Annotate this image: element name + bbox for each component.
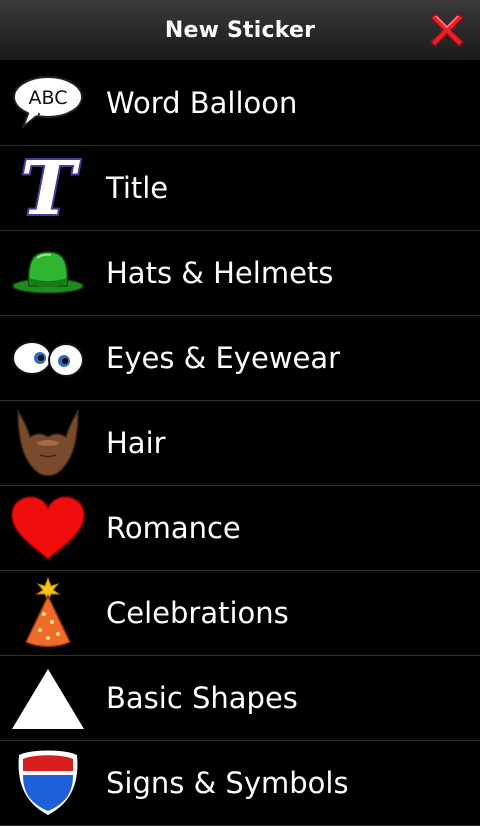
list-item-basic-shapes[interactable]: Basic Shapes xyxy=(0,656,480,741)
list-item-title[interactable]: T Title xyxy=(0,146,480,231)
list-item-label: Romance xyxy=(106,511,241,545)
party-hat-icon xyxy=(0,571,96,655)
list-item-label: Eyes & Eyewear xyxy=(106,341,341,375)
list-item-label: Signs & Symbols xyxy=(106,766,349,800)
hat-icon xyxy=(0,231,96,315)
title-icon-text: T xyxy=(20,152,80,224)
word-balloon-icon: ABC xyxy=(0,61,96,145)
list-item-hats[interactable]: Hats & Helmets xyxy=(0,231,480,316)
list-item-hair[interactable]: Hair xyxy=(0,401,480,486)
list-item-eyes[interactable]: Eyes & Eyewear xyxy=(0,316,480,401)
list-item-celebrations[interactable]: Celebrations xyxy=(0,571,480,656)
page-title: New Sticker xyxy=(164,17,316,43)
close-icon xyxy=(430,13,464,47)
heart-icon xyxy=(0,486,96,570)
close-button[interactable] xyxy=(426,9,468,51)
list-item-label: Basic Shapes xyxy=(106,681,298,715)
eyes-icon xyxy=(0,316,96,400)
word-balloon-icon-text: ABC xyxy=(29,87,68,109)
triangle-icon xyxy=(0,656,96,740)
title-icon: T xyxy=(0,146,96,230)
list-item-label: Hats & Helmets xyxy=(106,256,334,290)
shield-sign-icon xyxy=(0,741,96,825)
title-bar: New Sticker xyxy=(0,0,480,61)
list-item-romance[interactable]: Romance xyxy=(0,486,480,571)
beard-icon xyxy=(0,401,96,485)
list-item-label: Title xyxy=(106,171,169,205)
list-item-label: Hair xyxy=(106,426,166,460)
list-item-signs[interactable]: Signs & Symbols xyxy=(0,741,480,826)
sticker-category-list: ABC Word Balloon T Title Hats & Helmets xyxy=(0,61,480,826)
list-item-label: Word Balloon xyxy=(106,86,298,120)
list-item-word-balloon[interactable]: ABC Word Balloon xyxy=(0,61,480,146)
list-item-label: Celebrations xyxy=(106,596,289,630)
